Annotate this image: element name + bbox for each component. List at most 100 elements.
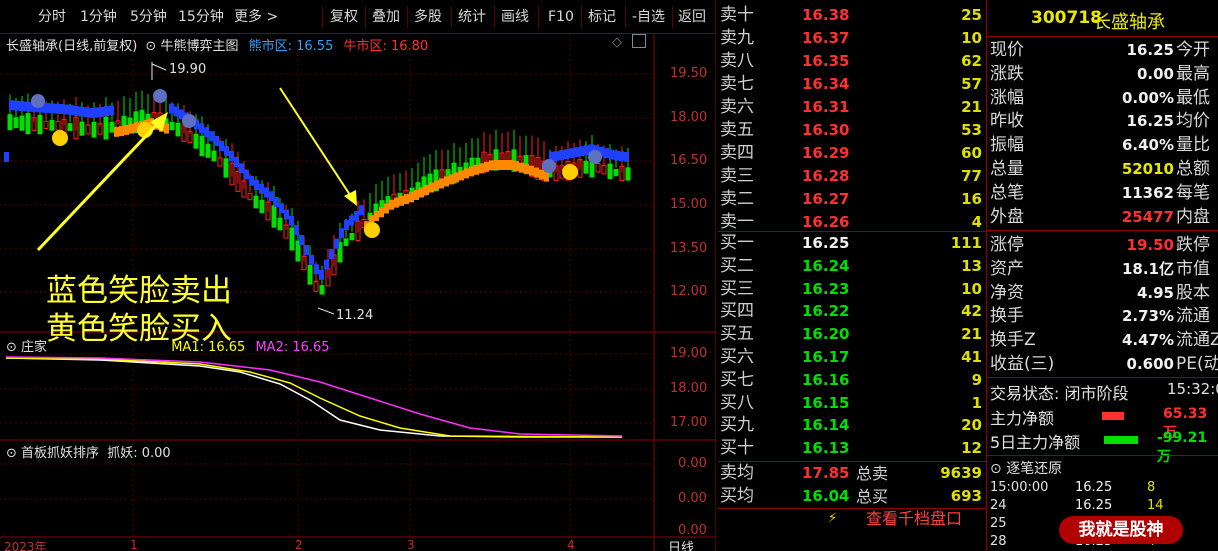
quote-label: 现价 — [990, 40, 1024, 60]
trend-band-block — [259, 183, 264, 194]
view-depth-button[interactable]: ⚡ 查看千档盘口 — [718, 509, 986, 529]
sell-level-name: 卖十 — [720, 5, 754, 25]
quote-label: 涨跌 — [990, 63, 1024, 84]
buy-level-row[interactable]: 买十 16.13 12 — [718, 437, 984, 460]
tick-header[interactable]: ⊙ 逐笔还原 — [990, 458, 1062, 478]
buy-level-volume: 42 — [961, 302, 982, 321]
buy-level-name: 买三 — [720, 278, 754, 299]
sell-level-row[interactable]: 卖二 16.27 16 — [718, 188, 984, 211]
sell-level-volume: 21 — [961, 98, 982, 116]
candle-body — [193, 133, 199, 149]
x-tick: 4 — [567, 538, 575, 551]
trend-band-block — [329, 249, 334, 260]
buy-level-row[interactable]: 买六 16.17 41 — [718, 346, 984, 369]
trend-band-block — [359, 205, 364, 216]
candle-body — [169, 121, 175, 131]
trend-band-block — [534, 167, 539, 178]
sub2-y-tick: 0.00 — [678, 456, 707, 471]
trend-band-block — [394, 197, 399, 208]
quote-label2: 最高 — [1176, 63, 1210, 84]
buy-level-name: 买二 — [720, 255, 754, 276]
buy-level-price: 16.16 — [802, 370, 850, 389]
trend-band-block — [294, 225, 299, 235]
quote-label2: 总额 — [1176, 159, 1210, 179]
trend-band-block — [554, 151, 559, 162]
trend-band-block — [314, 264, 319, 275]
sell-level-row[interactable]: 卖四 16.29 60 — [718, 142, 984, 165]
trend-band-block — [224, 146, 229, 156]
trend-band-block — [199, 123, 204, 134]
candle-body — [109, 121, 115, 133]
sell-level-row[interactable]: 卖五 16.30 53 — [718, 119, 984, 142]
sub-chart2-title[interactable]: 首板抓妖排序 — [21, 446, 99, 461]
trend-band-block — [419, 187, 424, 198]
quote-label2: 量比 — [1176, 135, 1210, 156]
quote-label2: 今开 — [1176, 40, 1210, 60]
sell-level-row[interactable]: 卖八 16.35 62 — [718, 50, 984, 73]
y-tick: 18.00 — [670, 110, 708, 125]
sell-level-name: 卖四 — [720, 143, 754, 163]
quote-value: 2.73% — [1121, 307, 1174, 326]
buy-level-price: 16.22 — [802, 302, 850, 321]
buy-level-row[interactable]: 买四 16.22 42 — [718, 300, 984, 323]
period-label[interactable]: 日线 — [668, 537, 694, 551]
buy-level-row[interactable]: 买九 16.14 20 — [718, 414, 984, 437]
trend-band-block — [379, 207, 384, 218]
trend-band-block — [344, 220, 349, 231]
trend-band-block — [494, 160, 499, 170]
buy-level-price: 16.17 — [802, 348, 850, 366]
y-tick: 16.50 — [670, 153, 708, 168]
buy-level-row[interactable]: 买二 16.24 13 — [718, 255, 984, 278]
sell-face-icon — [182, 114, 196, 128]
sell-level-row[interactable]: 卖六 16.31 21 — [718, 96, 984, 119]
quote-row: 涨停 19.50 跌停 — [987, 233, 1218, 257]
sell-level-price: 16.28 — [802, 167, 850, 185]
sub-indicator-lines — [5, 356, 623, 438]
candle-body — [85, 124, 91, 135]
trend-band-block — [579, 146, 584, 157]
buy-level-row[interactable]: 买三 16.23 10 — [718, 278, 984, 301]
quote-row: 涨幅 0.00% 最低 — [987, 86, 1218, 110]
buy-level-volume: 13 — [961, 256, 982, 275]
sell-level-row[interactable]: 卖七 16.34 57 — [718, 73, 984, 96]
tick-volume: 14 — [1147, 498, 1164, 513]
trend-band-block — [459, 170, 464, 181]
quote-label: 收益(三) — [990, 354, 1055, 374]
buy-level-name: 买一 — [720, 233, 754, 253]
buy-level-row[interactable]: 买一 16.25 111 — [718, 232, 984, 255]
trend-band-block — [509, 160, 514, 170]
quote-label: 净资 — [990, 282, 1024, 303]
quote-label2: 跌停 — [1176, 235, 1210, 255]
trend-band-block — [264, 187, 269, 198]
trend-band-block — [449, 174, 454, 185]
collapse-icon[interactable]: ⊙ — [6, 446, 17, 461]
buy-level-row[interactable]: 买七 16.16 9 — [718, 369, 984, 392]
trend-band-block — [389, 199, 394, 210]
trend-band-block — [174, 106, 179, 117]
sell-level-row[interactable]: 卖十 16.38 25 — [718, 4, 984, 27]
sub-chart1-title[interactable]: 庄家 — [21, 340, 47, 355]
sell-level-row[interactable]: 卖三 16.28 77 — [718, 165, 984, 188]
trend-band-block — [229, 151, 234, 161]
buy-level-volume: 9 — [971, 370, 982, 389]
quote-row: 振幅 6.40% 量比 — [987, 133, 1218, 157]
buy-level-row[interactable]: 买八 16.15 1 — [718, 392, 984, 415]
sell-level-name: 卖七 — [720, 74, 754, 94]
trend-band-block — [19, 101, 24, 112]
quote-value: 52010 — [1121, 160, 1174, 178]
tick-volume: 8 — [1147, 480, 1156, 495]
ma2-label: MA2: 16.65 — [255, 340, 330, 355]
buy-level-row[interactable]: 买五 16.20 21 — [718, 323, 984, 346]
quote-label2: 流通Z — [1176, 330, 1218, 351]
sub-line-main — [5, 357, 622, 438]
quote-row: 总笔 11362 每笔 — [987, 181, 1218, 205]
trend-band-block — [424, 185, 429, 195]
sell-level-volume: 62 — [961, 52, 982, 70]
sub2-y-tick: 0.00 — [678, 491, 707, 506]
stock-name: 长盛轴承 — [1093, 12, 1165, 33]
candlestick-series — [7, 90, 631, 295]
trend-band-block — [399, 195, 404, 206]
quote-value: 0.00% — [1121, 88, 1174, 107]
sell-level-row[interactable]: 卖九 16.37 10 — [718, 27, 984, 50]
collapse-icon[interactable]: ⊙ — [6, 340, 17, 355]
